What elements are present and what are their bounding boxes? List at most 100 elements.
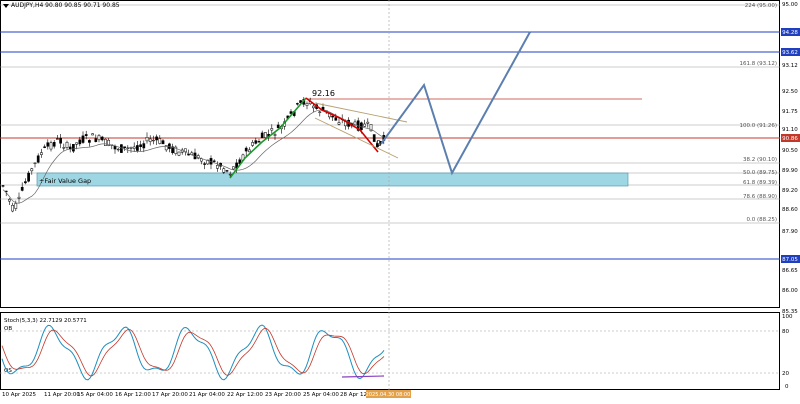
price-tick-label: 91.10 (782, 127, 798, 133)
candle-body (152, 139, 155, 142)
candle-body (145, 137, 149, 142)
candle-body (337, 122, 341, 125)
candle-body (1, 185, 5, 187)
candle-body (334, 117, 338, 121)
candle-body (52, 142, 56, 147)
current-time-badge-label: 2025.04.30 08:00 (366, 392, 411, 398)
candle-body (136, 145, 139, 151)
candle-body (232, 166, 235, 170)
candle-body (276, 124, 280, 129)
candle-body (126, 147, 130, 149)
svg-text:94.28: 94.28 (782, 30, 798, 36)
candle-body (84, 134, 88, 136)
candle-body (248, 149, 251, 153)
candle-body (27, 172, 30, 182)
fib-label-50: 50.0 (89.75) (743, 170, 777, 176)
candle-body (260, 132, 264, 139)
time-tick-label: 16 Apr 12:00 (115, 392, 151, 398)
candle-body (43, 146, 46, 148)
candle-body (49, 142, 53, 150)
fib-label-161: 161.8 (93.12) (739, 61, 777, 67)
candle-body (142, 143, 146, 149)
stoch-tick-100: 100 (782, 314, 793, 320)
moving-average-line (2, 109, 384, 204)
time-tick-label: 15 Apr 04:00 (77, 392, 113, 398)
candle-body (184, 148, 187, 153)
candle-body (312, 105, 315, 109)
candle-body (139, 144, 142, 147)
peak-price-label: 92.16 (312, 89, 335, 98)
candle-body (318, 111, 322, 113)
fair-value-gap-zone[interactable] (36, 172, 629, 187)
price-tick-label: 95.00 (782, 2, 798, 8)
time-tick-label: 17 Apr 20:00 (152, 392, 188, 398)
candle-body (62, 147, 66, 149)
candle-body (113, 145, 117, 150)
fib-label-224: 224 (95.00) (745, 3, 777, 9)
price-tick-label: 89.90 (782, 168, 798, 174)
candle-body (104, 138, 107, 147)
candle-body (363, 123, 366, 127)
candle-body (97, 135, 101, 141)
candle-body (225, 170, 229, 172)
stoch-tick-80: 80 (782, 329, 789, 335)
candle-body (251, 142, 254, 146)
dropdown-triangle-icon[interactable] (3, 3, 9, 8)
stoch-tick-0: 0 (785, 384, 789, 390)
candle-body (46, 142, 50, 147)
candle-body (155, 136, 158, 141)
candle-body (244, 147, 248, 152)
fib-label-61: 61.8 (89.39) (743, 180, 777, 186)
fibonacci-lines (0, 4, 780, 224)
candle-body (177, 151, 181, 156)
candle-body (20, 186, 24, 191)
candle-body (11, 205, 14, 212)
candle-body (123, 146, 126, 149)
price-tick-label: 89.20 (782, 188, 798, 194)
trading-chart: AUDJPY,H4 90.80 90.85 90.71 90.85 224 (9… (0, 0, 800, 400)
candle-body (203, 163, 206, 165)
candle-body (305, 103, 309, 106)
candle-body (56, 138, 59, 140)
stochastic-label: Stoch(5,3,3) 22.7129 20.5771 (4, 318, 87, 324)
candle-body (228, 173, 232, 176)
candle-body (30, 168, 34, 172)
time-tick-label: 25 Apr 04:00 (303, 392, 339, 398)
candle-body (254, 140, 258, 144)
candle-body (40, 152, 43, 155)
svg-text:93.62: 93.62 (782, 50, 798, 56)
candle-body (158, 138, 162, 144)
time-tick-label: 21 Apr 04:00 (189, 392, 225, 398)
candle-body (36, 155, 40, 163)
candle-body (212, 160, 216, 162)
pattern-label: 0 (376, 139, 381, 148)
candle-body (168, 143, 171, 149)
candle-body (132, 146, 136, 149)
projected-price-path[interactable] (380, 31, 531, 176)
chart-canvas[interactable]: 224 (95.00) 161.8 (93.12) 100.0 (91.26) … (0, 0, 800, 400)
candle-body (24, 181, 27, 184)
time-tick-label: 22 Apr 12:00 (227, 392, 263, 398)
stochastic-pane-frame (0, 312, 780, 390)
candle-body (100, 136, 104, 141)
candle-body (94, 138, 98, 142)
candle-body (72, 144, 75, 152)
candle-body (33, 162, 37, 164)
candle-body (17, 196, 21, 199)
stochastic-axis: 100 80 20 0 (782, 314, 793, 390)
candle-body (129, 146, 133, 149)
candle-body (78, 139, 82, 145)
candle-body (161, 140, 165, 145)
fib-label-100: 100.0 (91.26) (739, 123, 777, 129)
candle-body (264, 132, 267, 138)
candle-body (59, 138, 62, 144)
candle-body (216, 165, 219, 169)
candle-body (81, 135, 85, 143)
divergence-line[interactable] (341, 375, 385, 378)
candle-body (273, 134, 277, 136)
time-tick-label: 10 Apr 2025 (2, 392, 37, 398)
price-tick-label: 90.50 (782, 148, 798, 154)
candle-body (296, 103, 299, 105)
price-tick-label: 93.12 (782, 63, 798, 69)
price-tick-label: 87.90 (782, 229, 798, 235)
